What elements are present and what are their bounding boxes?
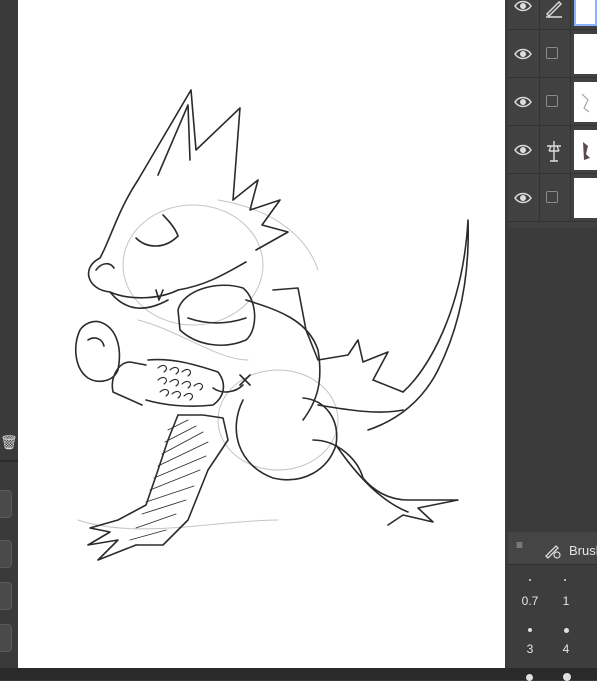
layer-panel xyxy=(508,0,597,228)
brush-tab-label: Brush xyxy=(569,543,597,558)
reference-layer-icon xyxy=(547,141,561,162)
tool-button-1[interactable] xyxy=(0,490,12,518)
layer-thumbnail xyxy=(574,130,597,170)
brush-icon xyxy=(545,545,561,559)
trash-icon[interactable]: 🗑 xyxy=(0,428,18,456)
dragon-sketch xyxy=(74,89,470,561)
separator xyxy=(539,30,540,78)
divider xyxy=(0,460,18,462)
brush-size-0-7[interactable]: 0.7 xyxy=(510,594,550,608)
tool-button-4[interactable] xyxy=(0,624,12,652)
layer-thumbnail xyxy=(574,178,597,218)
layer-row-active[interactable] xyxy=(508,0,597,30)
layer-checkbox[interactable] xyxy=(546,95,558,107)
eye-icon[interactable] xyxy=(513,0,533,16)
brush-size-1[interactable]: 1 xyxy=(546,594,586,608)
separator xyxy=(539,0,540,30)
separator xyxy=(570,126,571,174)
eye-icon[interactable] xyxy=(513,188,533,208)
layer-row-3[interactable] xyxy=(508,78,597,126)
menu-icon[interactable]: ≡ xyxy=(516,538,523,552)
brush-size-4[interactable]: 4 xyxy=(546,642,586,656)
layer-row-2[interactable] xyxy=(508,30,597,78)
separator xyxy=(539,78,540,126)
separator xyxy=(539,126,540,174)
eye-icon[interactable] xyxy=(513,140,533,160)
separator xyxy=(570,0,571,30)
layer-thumbnail xyxy=(574,34,597,74)
size-dot xyxy=(564,628,569,633)
tool-button-3[interactable] xyxy=(0,582,12,610)
size-dot xyxy=(529,579,531,581)
layer-thumbnail xyxy=(574,82,597,122)
separator xyxy=(570,30,571,78)
size-dot xyxy=(528,628,532,632)
brush-size-3[interactable]: 3 xyxy=(510,642,550,656)
brush-tab[interactable]: ≡ Brush xyxy=(508,532,597,565)
separator xyxy=(570,174,571,222)
eye-icon[interactable] xyxy=(513,44,533,64)
separator xyxy=(539,174,540,222)
bottom-bar xyxy=(0,668,597,680)
layer-row-4[interactable] xyxy=(508,126,597,174)
layer-thumbnail xyxy=(574,0,597,26)
layer-checkbox[interactable] xyxy=(546,191,558,203)
separator xyxy=(570,78,571,126)
left-tool-strip: 🗑 xyxy=(0,0,18,680)
size-dot xyxy=(564,579,566,581)
pen-icon xyxy=(546,1,562,18)
layer-checkbox[interactable] xyxy=(546,47,558,59)
eye-icon[interactable] xyxy=(513,92,533,112)
drawing-canvas[interactable] xyxy=(18,0,505,668)
layer-row-paper[interactable] xyxy=(508,174,597,222)
tool-button-2[interactable] xyxy=(0,540,12,568)
brush-size-panel: ≡ Brush 0.7 1 3 4 xyxy=(508,532,597,681)
